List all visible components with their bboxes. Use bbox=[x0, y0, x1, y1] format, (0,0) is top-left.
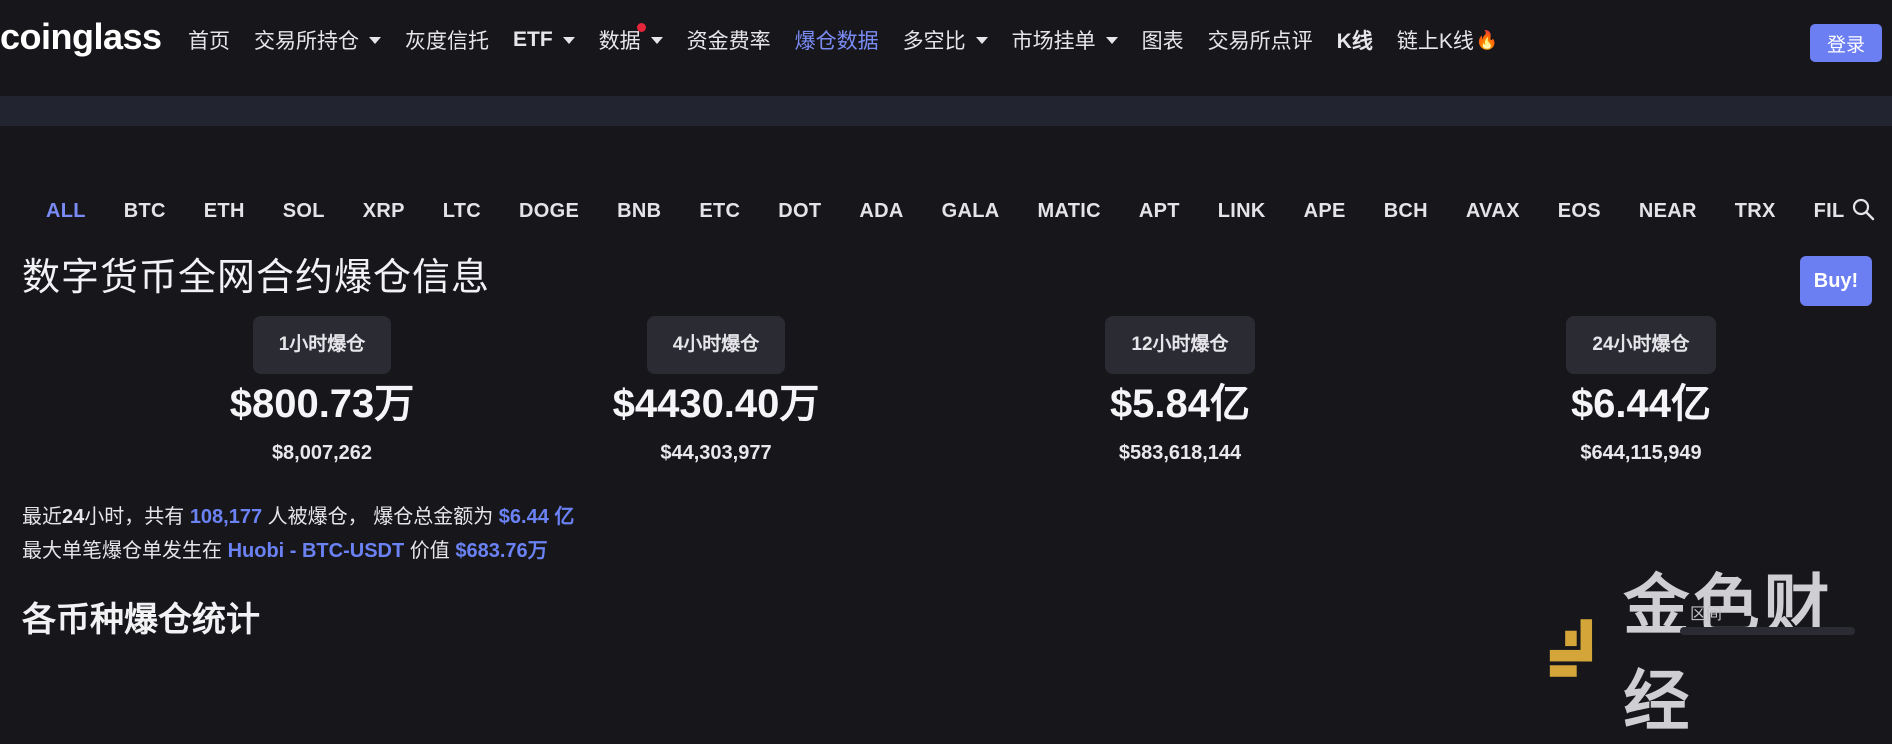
nav-item-label: 资金费率 bbox=[686, 30, 771, 53]
top-navbar: coinglass 首页 交易所持仓 灰度信托 ETF 数据 资金费率 爆仓数据 多空比 市场挂… bbox=[0, 0, 1892, 80]
nav-item[interactable]: K线 bbox=[1325, 22, 1385, 58]
nav-item-label: 多空比 bbox=[902, 30, 966, 53]
largest-order-exchange[interactable]: Huobi - BTC-USDT bbox=[228, 540, 405, 562]
stat-1h: 1小时爆仓 $800.73万 $8,007,262 bbox=[172, 316, 472, 465]
summary-text: 最近 bbox=[22, 506, 62, 528]
liquidated-count: 108,177 bbox=[189, 506, 263, 528]
stat-badge[interactable]: 12小时爆仓 bbox=[1105, 316, 1255, 374]
stat-sub-value: $8,007,262 bbox=[271, 442, 373, 464]
stat-sub-value: $644,115,949 bbox=[1580, 442, 1702, 464]
nav-item-label: 图表 bbox=[1141, 30, 1184, 53]
liquidation-summary: 最近24小时，共有 108,177 人被爆仓， 爆仓总金额为 $6.44 亿 最… bbox=[22, 500, 574, 568]
buy-button[interactable]: Buy! bbox=[1800, 256, 1872, 306]
summary-text: 价值 bbox=[409, 540, 450, 562]
nav-item[interactable]: 图表 bbox=[1130, 22, 1196, 58]
jinse-logo-icon bbox=[1549, 619, 1593, 677]
summary-line-total: 最近24小时，共有 108,177 人被爆仓， 爆仓总金额为 $6.44 亿 bbox=[22, 500, 574, 534]
coin-tab[interactable]: ETH bbox=[204, 193, 245, 229]
notification-dot bbox=[636, 23, 646, 32]
nav-item-label: K线 bbox=[1336, 30, 1373, 53]
summary-text: 最大单笔爆仓单发生在 bbox=[22, 540, 222, 562]
coin-tab[interactable]: DOGE bbox=[519, 193, 579, 229]
coin-tab[interactable]: LTC bbox=[443, 193, 481, 229]
stat-badge[interactable]: 4小时爆仓 bbox=[646, 316, 786, 374]
watermark: 金色财经 bbox=[1546, 552, 1892, 744]
coin-tab[interactable]: ETC bbox=[699, 193, 740, 229]
chevron-down-icon bbox=[975, 36, 988, 44]
nav-item-label: 交易所点评 bbox=[1207, 30, 1313, 53]
nav-item[interactable]: 资金费率 bbox=[675, 22, 783, 58]
nav-item-label: 灰度信托 bbox=[405, 30, 489, 53]
chevron-down-icon bbox=[562, 36, 575, 44]
total-amount: $6.44 亿 bbox=[498, 506, 575, 528]
nav-item[interactable]: 灰度信托 bbox=[393, 22, 501, 58]
coin-tab[interactable]: ADA bbox=[859, 193, 903, 229]
bottom-control bbox=[1680, 627, 1855, 635]
nav-item-label: 市场挂单 bbox=[1011, 30, 1096, 53]
coin-tab[interactable]: ALL bbox=[46, 193, 86, 229]
nav-item-label: 首页 bbox=[188, 30, 230, 53]
stat-main-value: $5.84亿 bbox=[1109, 382, 1251, 426]
nav-item[interactable]: 爆仓数据 bbox=[783, 22, 891, 58]
coin-tab[interactable]: LINK bbox=[1218, 193, 1266, 229]
nav-item-label: 交易所持仓 bbox=[254, 30, 359, 53]
coin-tab[interactable]: FIL bbox=[1814, 193, 1845, 229]
page-title: 数字货币全网合约爆仓信息 bbox=[22, 257, 491, 299]
stat-4h: 4小时爆仓 $4430.40万 $44,303,977 bbox=[566, 316, 866, 465]
coin-tab[interactable]: TRX bbox=[1735, 193, 1776, 229]
stat-main-value: $800.73万 bbox=[229, 382, 415, 426]
stat-24h: 24小时爆仓 $6.44亿 $644,115,949 bbox=[1491, 316, 1791, 465]
coin-tab[interactable]: BTC bbox=[124, 193, 166, 229]
nav-item[interactable]: 数据 bbox=[587, 22, 675, 58]
nav-item-label: ETF bbox=[513, 28, 553, 51]
watermark-text: 金色财经 bbox=[1623, 568, 1834, 738]
summary-line-largest: 最大单笔爆仓单发生在 Huobi - BTC-USDT 价值 $683.76万 bbox=[22, 534, 574, 568]
coin-tab[interactable]: MATIC bbox=[1038, 193, 1101, 229]
coin-tab[interactable]: AVAX bbox=[1466, 193, 1520, 229]
nav-item[interactable]: 首页 bbox=[176, 22, 242, 58]
nav-item[interactable]: 多空比 bbox=[891, 22, 1000, 58]
coin-tabs: ALL BTC ETH SOL XRP LTC DOGE BNB ETC DOT ADA GALA MA… bbox=[46, 193, 1846, 229]
chevron-down-icon bbox=[1105, 36, 1118, 44]
stat-main-value: $4430.40万 bbox=[612, 382, 820, 426]
coin-tab[interactable]: BNB bbox=[617, 193, 661, 229]
coinglass-logo[interactable]: coinglass bbox=[0, 16, 162, 58]
coin-tab[interactable]: XRP bbox=[363, 193, 405, 229]
summary-text: 小时，共有 bbox=[84, 506, 185, 528]
coin-tab[interactable]: APE bbox=[1304, 193, 1346, 229]
stat-12h: 12小时爆仓 $5.84亿 $583,618,144 bbox=[1030, 316, 1330, 465]
chevron-down-icon bbox=[369, 36, 381, 44]
largest-order-amount: $683.76万 bbox=[455, 540, 548, 562]
nav-item-label: 数据 bbox=[598, 30, 641, 53]
stat-badge[interactable]: 24小时爆仓 bbox=[1566, 316, 1716, 374]
coin-tab[interactable]: EOS bbox=[1558, 193, 1601, 229]
stat-main-value: $6.44亿 bbox=[1570, 382, 1712, 426]
search-icon[interactable] bbox=[1850, 196, 1876, 222]
coin-tab[interactable]: BCH bbox=[1384, 193, 1428, 229]
coin-tab[interactable]: SOL bbox=[283, 193, 325, 229]
login-button[interactable]: 登录 bbox=[1810, 24, 1882, 62]
nav-item[interactable]: ETF bbox=[501, 22, 587, 58]
coin-tab[interactable]: APT bbox=[1139, 193, 1180, 229]
watermark-small-text: 区间 bbox=[1690, 606, 1723, 623]
chevron-down-icon bbox=[650, 36, 663, 44]
summary-text: 人被爆仓， 爆仓总金额为 bbox=[267, 506, 494, 528]
fire-icon: 🔥 bbox=[1475, 29, 1499, 50]
coin-tab[interactable]: NEAR bbox=[1639, 193, 1697, 229]
nav-item[interactable]: 市场挂单 bbox=[1000, 22, 1130, 58]
summary-hours: 24 bbox=[62, 506, 85, 528]
main-nav: 首页 交易所持仓 灰度信托 ETF 数据 资金费率 爆仓数据 多空比 市场挂单 图表 交易所点评 K线… bbox=[176, 22, 1510, 58]
stat-badge[interactable]: 1小时爆仓 bbox=[252, 316, 392, 374]
banner-strip bbox=[0, 96, 1892, 126]
coin-tab[interactable]: DOT bbox=[778, 193, 821, 229]
stat-sub-value: $44,303,977 bbox=[660, 442, 772, 464]
coin-tab[interactable]: GALA bbox=[942, 193, 1000, 229]
section-title: 各币种爆仓统计 bbox=[22, 601, 260, 639]
nav-item-label: 爆仓数据 bbox=[794, 30, 879, 53]
nav-item-label: 链上K线 bbox=[1396, 30, 1474, 53]
nav-item[interactable]: 交易所点评 bbox=[1196, 22, 1325, 58]
nav-item[interactable]: 交易所持仓 bbox=[242, 22, 393, 58]
nav-item[interactable]: 链上K线 🔥 bbox=[1385, 22, 1510, 58]
stat-sub-value: $583,618,144 bbox=[1118, 442, 1242, 464]
